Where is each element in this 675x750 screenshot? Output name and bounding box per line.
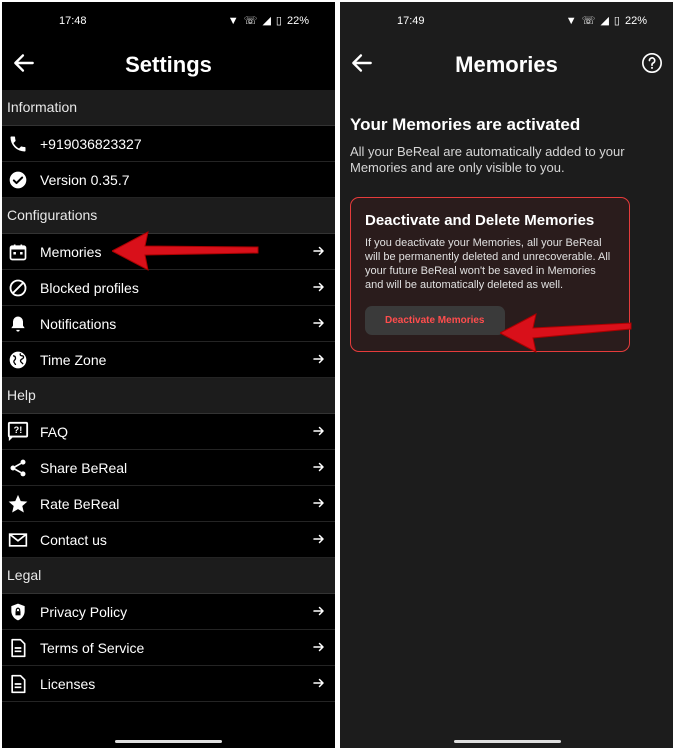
battery-icon: ▯ xyxy=(613,15,620,27)
settings-item-rate-bereal[interactable]: Rate BeReal xyxy=(2,486,335,522)
home-indicator xyxy=(454,740,561,743)
settings-item-version-0-35-7[interactable]: Version 0.35.7 xyxy=(2,162,335,198)
page-title: Settings xyxy=(125,52,212,77)
document-icon xyxy=(7,637,29,659)
chevron-right-icon xyxy=(313,498,324,508)
section-header-legal: Legal xyxy=(2,558,335,594)
settings-item-terms-of-service[interactable]: Terms of Service xyxy=(2,630,335,666)
call-icon: ☏ xyxy=(581,15,596,27)
status-bar: 17:49 ▼ ☏ ◢ ▯ 22% xyxy=(340,2,673,42)
svg-text:?!: ?! xyxy=(14,424,23,434)
section-header-information: Information xyxy=(2,90,335,126)
signal-icon: ◢ xyxy=(600,15,609,27)
share-icon xyxy=(7,457,29,479)
settings-item-faq[interactable]: ?! FAQ xyxy=(2,414,335,450)
settings-item-privacy-policy[interactable]: Privacy Policy xyxy=(2,594,335,630)
call-icon: ☏ xyxy=(243,15,258,27)
status-bar: 17:48 ▼ ☏ ◢ ▯ 22% xyxy=(2,2,335,42)
help-icon[interactable] xyxy=(641,52,663,74)
status-time: 17:48 xyxy=(59,15,87,27)
home-indicator xyxy=(115,740,222,743)
settings-item-label: Version 0.35.7 xyxy=(40,171,130,188)
chevron-right-icon xyxy=(313,606,324,616)
settings-item-licenses[interactable]: Licenses xyxy=(2,666,335,702)
settings-item-contact-us[interactable]: Contact us xyxy=(2,522,335,558)
settings-item-label: Terms of Service xyxy=(40,639,145,656)
memories-description: All your BeReal are automatically added … xyxy=(350,144,625,175)
chevron-right-icon xyxy=(313,246,324,256)
app-bar: Settings xyxy=(2,42,335,90)
status-time: 17:49 xyxy=(397,15,425,27)
mail-icon xyxy=(7,529,29,551)
settings-item-label: Share BeReal xyxy=(40,459,128,476)
chevron-right-icon xyxy=(313,426,324,436)
settings-item-label: Notifications xyxy=(40,315,117,332)
battery-percent: 22% xyxy=(624,14,647,27)
settings-item-time-zone[interactable]: Time Zone xyxy=(2,342,335,378)
shield-lock-icon xyxy=(7,601,29,623)
settings-item-label: Rate BeReal xyxy=(40,495,120,512)
settings-item-notifications[interactable]: Notifications xyxy=(2,306,335,342)
wifi-icon: ▼ xyxy=(227,14,239,27)
signal-icon: ◢ xyxy=(262,15,271,27)
settings-item-blocked-profiles[interactable]: Blocked profiles xyxy=(2,270,335,306)
settings-item-label: Licenses xyxy=(40,675,96,692)
settings-item-919036823327[interactable]: +919036823327 xyxy=(2,126,335,162)
chevron-right-icon xyxy=(313,678,324,688)
settings-item-label: Blocked profiles xyxy=(40,279,139,296)
settings-item-label: +919036823327 xyxy=(40,135,142,152)
section-header-help: Help xyxy=(2,378,335,414)
faq-icon: ?! xyxy=(7,421,29,443)
deactivate-card: Deactivate and Delete Memories If you de… xyxy=(350,197,630,352)
settings-item-memories[interactable]: Memories xyxy=(2,234,335,270)
globe-icon xyxy=(7,349,29,371)
settings-item-label: Time Zone xyxy=(40,351,107,368)
chevron-right-icon xyxy=(313,642,324,652)
memories-screen: 17:49 ▼ ☏ ◢ ▯ 22% Memories Your Memories… xyxy=(340,2,673,748)
chevron-right-icon xyxy=(313,462,324,472)
star-icon xyxy=(7,493,29,515)
wifi-icon: ▼ xyxy=(565,14,577,27)
app-bar: Memories xyxy=(340,42,673,90)
chevron-right-icon xyxy=(313,318,324,328)
phone-icon xyxy=(7,133,29,155)
battery-percent: 22% xyxy=(286,14,309,27)
settings-screen: 17:48 ▼ ☏ ◢ ▯ 22% Settings Information +9… xyxy=(2,2,335,748)
settings-item-share-bereal[interactable]: Share BeReal xyxy=(2,450,335,486)
page-title: Memories xyxy=(455,52,558,77)
chevron-right-icon xyxy=(313,534,324,544)
settings-list: Information +919036823327 Version 0.35.7 Co… xyxy=(2,90,335,702)
chevron-right-icon xyxy=(313,282,324,292)
settings-item-label: FAQ xyxy=(40,423,69,440)
document-icon xyxy=(7,673,29,695)
calendar-icon xyxy=(7,241,29,263)
block-icon xyxy=(7,277,29,299)
check-circle-icon xyxy=(7,169,29,191)
deactivate-card-text: If you deactivate your Memories, all you… xyxy=(365,237,611,291)
deactivate-card-title: Deactivate and Delete Memories xyxy=(365,212,595,229)
settings-item-label: Contact us xyxy=(40,531,107,548)
memories-heading: Your Memories are activated xyxy=(350,115,581,134)
bell-icon xyxy=(7,313,29,335)
settings-item-label: Privacy Policy xyxy=(40,603,128,620)
settings-item-label: Memories xyxy=(40,243,102,260)
chevron-right-icon xyxy=(313,354,324,364)
battery-icon: ▯ xyxy=(275,15,282,27)
deactivate-memories-button[interactable]: Deactivate Memories xyxy=(365,306,505,335)
section-header-configurations: Configurations xyxy=(2,198,335,234)
